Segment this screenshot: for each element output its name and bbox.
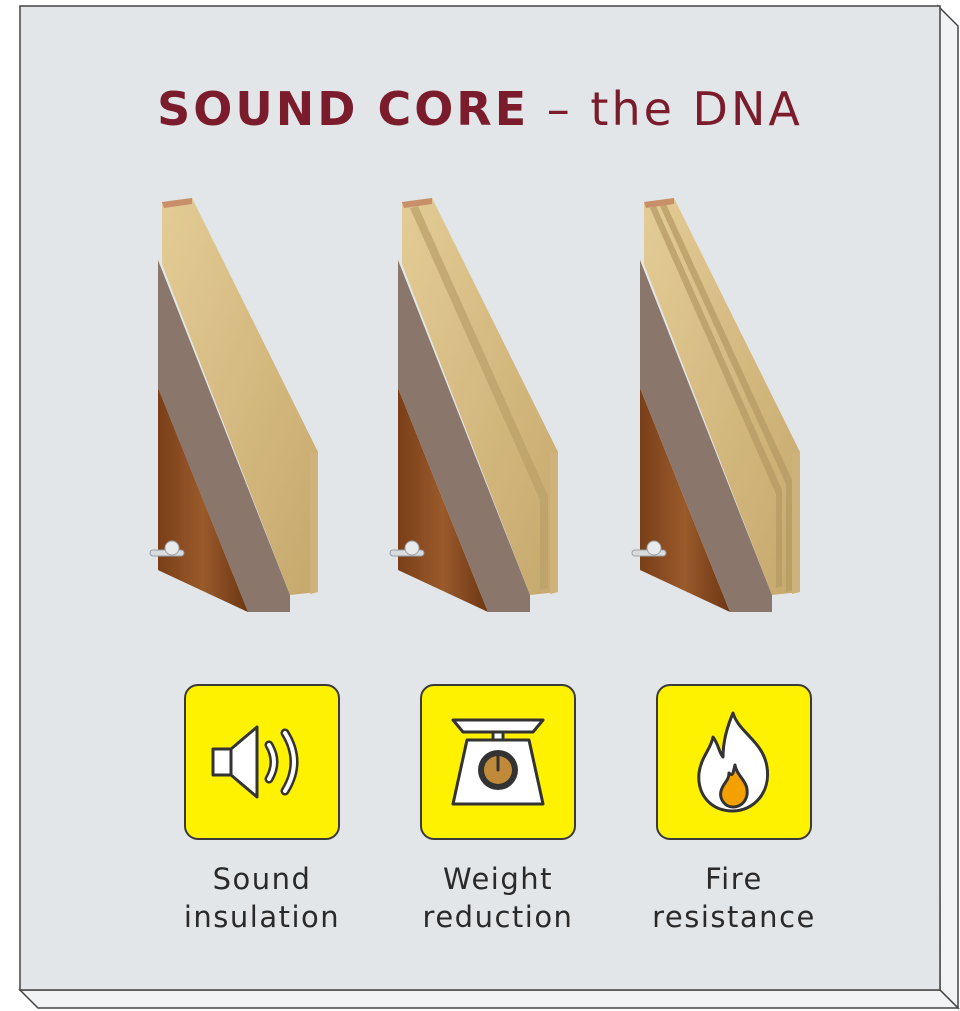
title-dash: – — [546, 82, 573, 136]
scale-icon — [451, 718, 545, 806]
feature-label-line2: resistance — [652, 900, 816, 934]
feature-fire-resistance: Fire resistance — [614, 684, 854, 936]
feature-weight-reduction: Weight reduction — [378, 684, 618, 936]
title-bold: SOUND CORE — [157, 82, 530, 136]
infographic: SOUND CORE – the DNA Sound insulation We… — [0, 0, 960, 1011]
speaker-icon — [211, 725, 299, 799]
flame-icon — [697, 711, 770, 813]
feature-label-line2: reduction — [422, 900, 574, 934]
door-double-core — [389, 198, 558, 612]
feature-label-line2: insulation — [183, 900, 341, 934]
speaker-icon-box — [184, 684, 340, 840]
flame-icon-box — [656, 684, 812, 840]
feature-label: Weight reduction — [378, 860, 618, 936]
page-title: SOUND CORE – the DNA — [0, 82, 960, 136]
feature-label-line1: Fire — [705, 862, 763, 896]
feature-label: Sound insulation — [142, 860, 382, 936]
title-light: the DNA — [590, 82, 803, 136]
feature-label-line1: Sound — [212, 862, 312, 896]
door-single-core — [149, 198, 318, 612]
door-triple-core — [631, 198, 800, 612]
feature-label: Fire resistance — [614, 860, 854, 936]
feature-label-line1: Weight — [442, 862, 554, 896]
scale-icon-box — [420, 684, 576, 840]
feature-sound-insulation: Sound insulation — [142, 684, 382, 936]
